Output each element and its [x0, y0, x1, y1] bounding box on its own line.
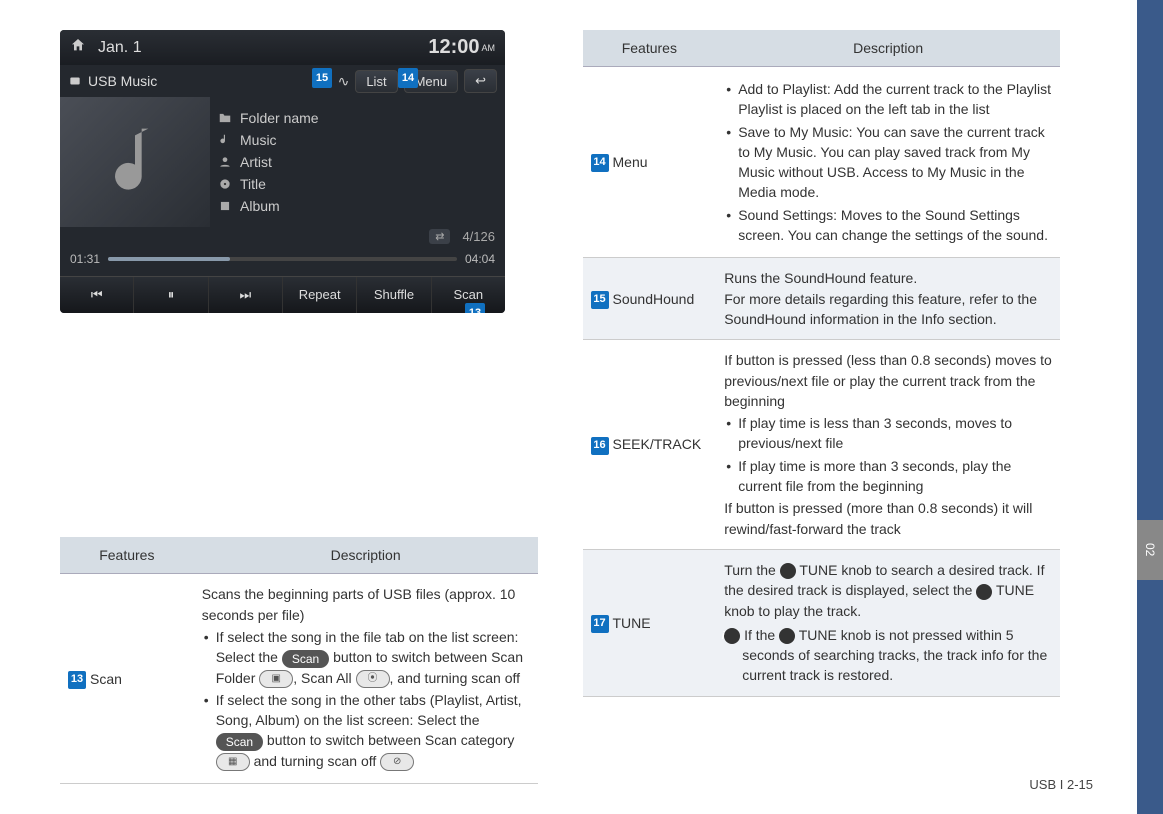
back-button: ↩ [464, 69, 497, 93]
soundhound-desc-cell: Runs the SoundHound feature. For more de… [716, 258, 1060, 340]
tune-knob-icon-3 [779, 628, 795, 644]
tune-desc-cell: Turn the TUNE knob to search a desired t… [716, 549, 1060, 696]
soundhound-feature-cell: 15SoundHound [583, 258, 717, 340]
menu-bullet-3: Sound Settings: Moves to the Sound Setti… [724, 205, 1052, 246]
tune-line-1: Turn the TUNE knob to search a desired t… [724, 560, 1052, 621]
time-elapsed: 01:31 [70, 252, 100, 266]
title-icon [218, 177, 232, 191]
sh-line-1: Runs the SoundHound feature. [724, 268, 1052, 288]
title-label: Title [240, 176, 266, 192]
track-index-row: ⇄ 4/126 [60, 227, 505, 246]
badge-13: 13 [68, 671, 86, 689]
badge-17: 17 [591, 615, 609, 633]
tune-knob-icon-1 [780, 563, 796, 579]
seek-desc-cell: If button is pressed (less than 0.8 seco… [716, 340, 1060, 550]
list-button: List [355, 70, 397, 93]
scan-folder-icon: ▣ [259, 670, 293, 688]
scan-intro: Scans the beginning parts of USB files (… [202, 584, 530, 625]
right-column: Features Description 14Menu Add to Playl… [583, 30, 1061, 784]
scan-category-icon: ▦ [216, 753, 250, 771]
left-features-table: Features Description 13Scan Scans the be… [60, 537, 538, 784]
badge-15: 15 [591, 291, 609, 309]
callout-13: 13 [465, 303, 485, 313]
screen-title: USB Music [68, 73, 332, 89]
pause-button: ⏸ [134, 277, 208, 313]
track-metadata: Folder name Music Artist Title Album [210, 97, 505, 227]
scan-feature-label: Scan [90, 671, 122, 687]
badge-14: 14 [591, 154, 609, 172]
scan-all-icon: ⦿ [356, 670, 390, 688]
repeat-button: Repeat [283, 277, 357, 313]
artist-label: Artist [240, 154, 272, 170]
date-label: Jan. 1 [98, 39, 142, 57]
scan-pill-1: Scan [282, 650, 329, 668]
right-th-features: Features [583, 30, 717, 67]
scan-pill-2: Scan [216, 733, 263, 751]
ampm-label: AM [482, 43, 496, 53]
album-label: Album [240, 198, 280, 214]
scan-bullet-1: If select the song in the file tab on th… [202, 627, 530, 688]
badge-16: 16 [591, 437, 609, 455]
playback-controls: ⏮ ⏸ ⏭ Repeat Shuffle Scan [60, 276, 505, 313]
callout-15: 15 [312, 68, 332, 88]
status-bar: Jan. 1 12:00 AM [60, 30, 505, 65]
album-icon [218, 199, 232, 213]
seek-bullet-1: If play time is less than 3 seconds, mov… [724, 413, 1052, 454]
callout-14: 14 [398, 68, 418, 88]
shuffle-button: Shuffle [357, 277, 431, 313]
scan-bullet-2: If select the song in the other tabs (Pl… [202, 690, 530, 771]
time-total: 04:04 [465, 252, 495, 266]
seek-feature-label: SEEK/TRACK [613, 436, 702, 452]
seek-feature-cell: 16SEEK/TRACK [583, 340, 717, 550]
clock-label: 12:00 [428, 36, 479, 59]
scan-feature-cell: 13Scan [60, 574, 194, 784]
soundhound-feature-label: SoundHound [613, 291, 695, 307]
usb-icon [68, 74, 82, 88]
page-content: Jan. 1 12:00 AM USB Music ∿ List Menu ↩ [0, 0, 1100, 814]
soundhound-icon: ∿ [338, 73, 350, 90]
seek-line-1: If button is pressed (less than 0.8 seco… [724, 350, 1052, 411]
chapter-tab: 02 [1137, 520, 1163, 580]
note-icon [105, 122, 165, 202]
progress-row: 01:31 04:04 [60, 246, 505, 276]
info-icon: i [724, 628, 740, 644]
sh-line-2: For more details regarding this feature,… [724, 289, 1052, 330]
tune-feature-cell: 17TUNE [583, 549, 717, 696]
track-count: 4/126 [462, 229, 495, 244]
left-th-description: Description [194, 537, 538, 574]
tune-knob-icon-2 [976, 584, 992, 600]
left-column: Jan. 1 12:00 AM USB Music ∿ List Menu ↩ [60, 30, 538, 784]
scan-off-icon: ⊘ [380, 753, 414, 771]
folder-icon [218, 111, 232, 125]
right-features-table: Features Description 14Menu Add to Playl… [583, 30, 1061, 697]
menu-desc-cell: Add to Playlist: Add the current track t… [716, 67, 1060, 258]
left-th-features: Features [60, 537, 194, 574]
now-playing-body: Folder name Music Artist Title Album [60, 97, 505, 227]
seek-line-2: If button is pressed (more than 0.8 seco… [724, 498, 1052, 539]
seek-bullet-2: If play time is more than 3 seconds, pla… [724, 456, 1052, 497]
side-tab-bar: 02 [1137, 0, 1163, 814]
screen-header: USB Music ∿ List Menu ↩ [60, 65, 505, 97]
artist-icon [218, 155, 232, 169]
tune-line-2: i If the TUNE knob is not pressed within… [724, 625, 1052, 686]
music-icon [218, 133, 232, 147]
prev-button: ⏮ [60, 277, 134, 313]
folder-label: Folder name [240, 110, 319, 126]
scan-desc-cell: Scans the beginning parts of USB files (… [194, 574, 538, 784]
menu-feature-label: Menu [613, 154, 648, 170]
menu-bullet-2: Save to My Music: You can save the curre… [724, 122, 1052, 203]
shuffle-icon: ⇄ [429, 229, 450, 244]
progress-bar [108, 257, 457, 261]
menu-bullet-1: Add to Playlist: Add the current track t… [724, 79, 1052, 120]
tune-feature-label: TUNE [613, 615, 651, 631]
right-th-description: Description [716, 30, 1060, 67]
next-button: ⏭ [209, 277, 283, 313]
music-label: Music [240, 132, 277, 148]
album-art [60, 97, 210, 227]
page-footer: USB I 2-15 [1029, 777, 1093, 792]
home-icon [70, 37, 86, 58]
usb-music-screenshot: Jan. 1 12:00 AM USB Music ∿ List Menu ↩ [60, 30, 505, 313]
menu-feature-cell: 14Menu [583, 67, 717, 258]
